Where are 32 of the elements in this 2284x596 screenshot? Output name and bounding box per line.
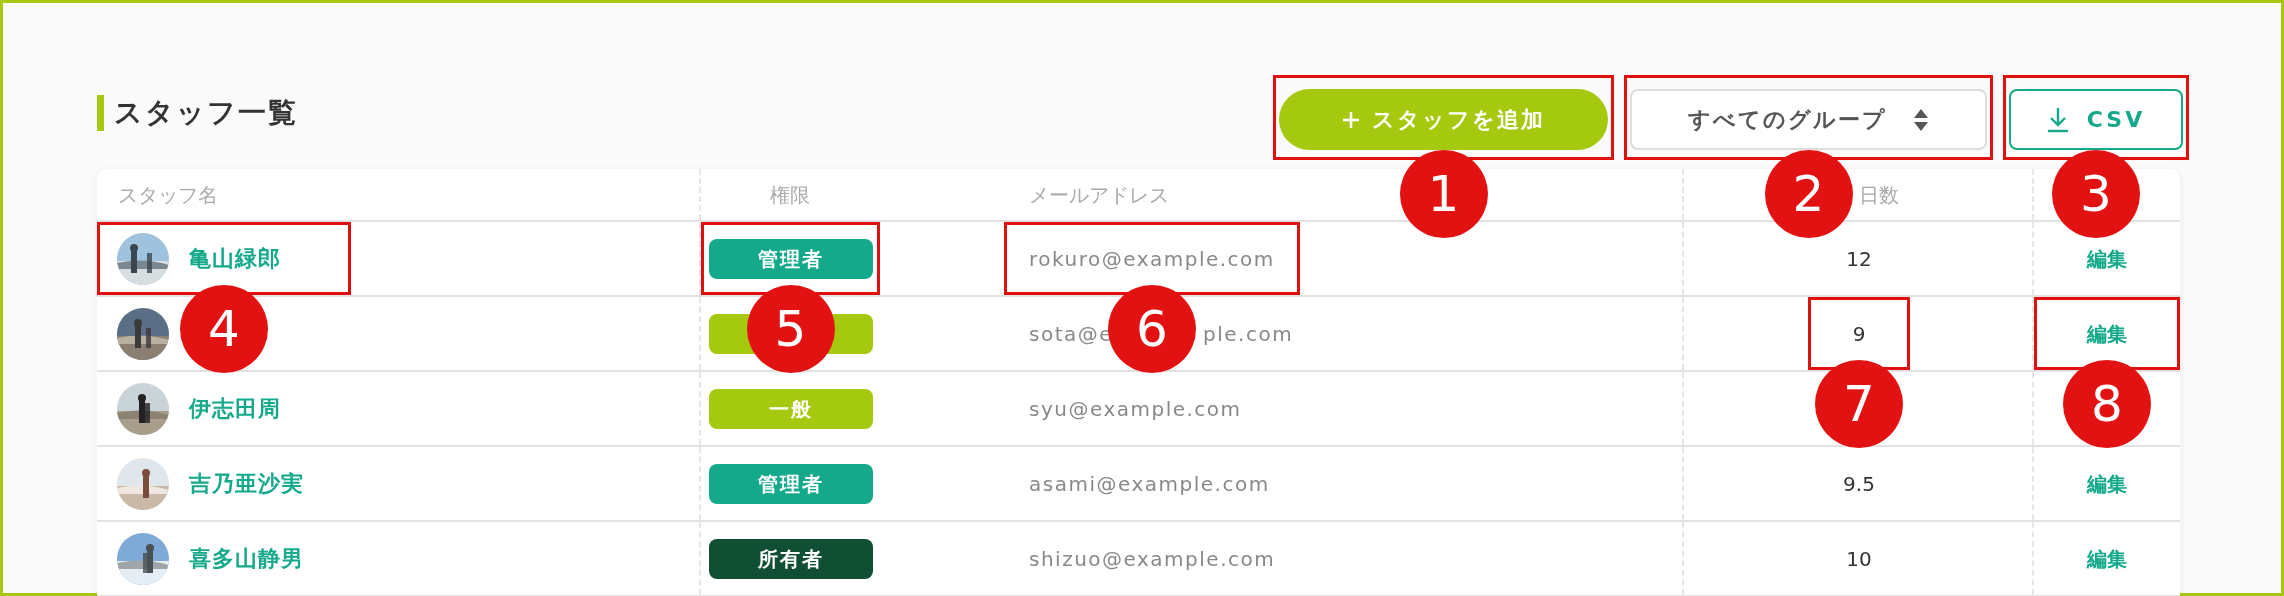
role-badge: 一般 bbox=[708, 388, 873, 429]
page-title: スタッフ一覧 bbox=[97, 95, 298, 131]
role-badge: 管理者 bbox=[708, 463, 873, 504]
role-badge: 所有者 bbox=[708, 538, 873, 579]
column-header: スタッフ名 bbox=[118, 182, 218, 207]
days-count: 9 bbox=[1852, 320, 1866, 348]
staff-name-link[interactable]: 伊志田周 bbox=[189, 392, 281, 425]
edit-link[interactable]: 編集 bbox=[2087, 243, 2127, 274]
add-staff-button[interactable]: スタッフを追加 bbox=[1279, 89, 1608, 150]
csv-download-button[interactable]: CSV bbox=[2009, 89, 2183, 150]
edit-link[interactable]: 編集 bbox=[2087, 468, 2127, 499]
sort-caret-icon bbox=[1913, 107, 1929, 132]
column-header: 権限 bbox=[770, 182, 810, 207]
column-header: 日数 bbox=[1859, 182, 1899, 207]
staff-name-link[interactable]: 喜多山静男 bbox=[189, 542, 304, 575]
column-header: メールアドレス bbox=[1029, 182, 1169, 207]
edit-link[interactable]: 編集 bbox=[2087, 318, 2127, 349]
email-text: ple.com bbox=[1203, 320, 1294, 348]
days-count: 10 bbox=[1846, 545, 1872, 573]
staff-name-link[interactable]: 亀山緑郎 bbox=[189, 242, 281, 275]
email-text: shizuo@example.com bbox=[1029, 545, 1276, 573]
group-select[interactable]: すべてのグループ bbox=[1630, 89, 1987, 150]
days-count: 9.5 bbox=[1843, 470, 1875, 498]
download-icon bbox=[2046, 106, 2069, 133]
role-badge: 管理者 bbox=[708, 238, 873, 279]
email-text: rokuro@example.com bbox=[1029, 245, 1275, 273]
edit-link[interactable]: 編集 bbox=[2087, 543, 2127, 574]
staff-name-link[interactable]: 吉乃亜沙実 bbox=[189, 467, 304, 500]
email-text: asami@example.com bbox=[1029, 470, 1270, 498]
plus-icon bbox=[1342, 110, 1360, 129]
days-count: 12 bbox=[1846, 245, 1872, 273]
email-text: syu@example.com bbox=[1029, 395, 1242, 423]
